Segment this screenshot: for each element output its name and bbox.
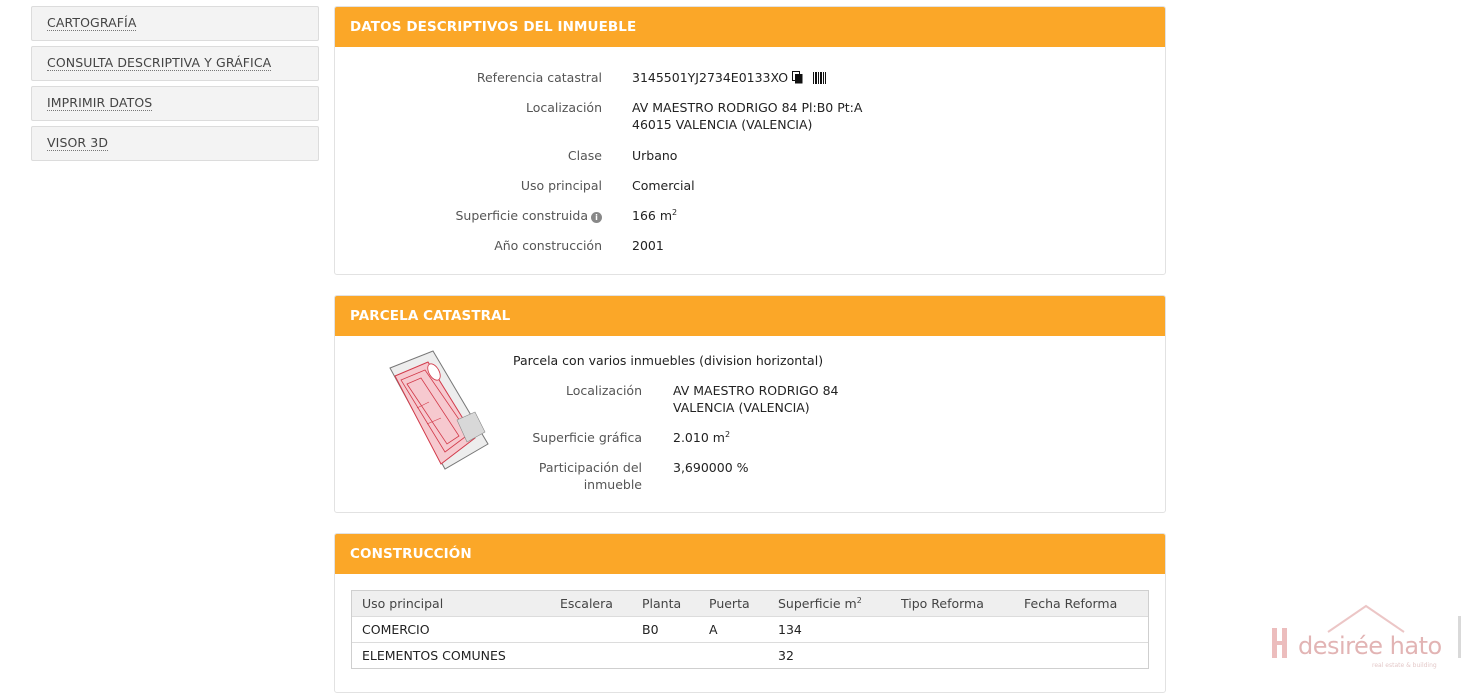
sup-value-wrap: 166 m2 (632, 207, 677, 224)
loc-label: Localización (525, 100, 602, 115)
cell-superficie: 32 (768, 642, 891, 668)
cell-puerta: A (699, 616, 768, 643)
table-row: ELEMENTOS COMUNES 32 (352, 642, 1148, 668)
panel-parcela-catastral: PARCELA CATASTRAL Parcela con varios inm… (334, 295, 1166, 513)
sup-label: Superficie construida (455, 208, 589, 223)
cell-escalera (550, 642, 632, 668)
cell-tipo-reforma (891, 642, 1014, 668)
cell-fecha-reforma (1014, 642, 1148, 668)
cell-fecha-reforma (1014, 616, 1148, 643)
col-header-fecha-reforma: Fecha Reforma (1024, 596, 1118, 611)
parcela-loc-label: Localización (565, 383, 642, 398)
parcela-subtitle: Parcela con varios inmuebles (division h… (513, 353, 824, 368)
uso-label: Uso principal (520, 178, 602, 193)
copy-icon[interactable] (792, 71, 803, 88)
sup-unit-exp: 2 (672, 208, 678, 217)
sidebar-item-consulta[interactable]: CONSULTA DESCRIPTIVA Y GRÁFICA (31, 46, 319, 81)
parcela-sup-value-wrap: 2.010 m2 (673, 429, 730, 446)
sup-label-wrap: Superficie construida i (335, 207, 602, 224)
sidebar-item-label: IMPRIMIR DATOS (47, 95, 153, 111)
loc-line1: AV MAESTRO RODRIGO 84 Pl:B0 Pt:A (632, 100, 863, 115)
col-header-tipo-reforma: Tipo Reforma (901, 596, 984, 611)
anio-label: Año construcción (494, 238, 602, 253)
col-header-uso: Uso principal (362, 596, 444, 611)
uso-value: Comercial (632, 178, 695, 193)
table-row: COMERCIO B0 A 134 (352, 616, 1148, 643)
anio-value: 2001 (632, 238, 664, 253)
parcela-sup-value: 2.010 m (673, 430, 725, 445)
sidebar-item-label: VISOR 3D (47, 135, 109, 151)
sidebar-nav: CARTOGRAFÍA CONSULTA DESCRIPTIVA Y GRÁFI… (31, 6, 319, 166)
ref-label: Referencia catastral (476, 70, 602, 85)
clase-value: Urbano (632, 148, 678, 163)
col-header-planta: Planta (642, 596, 682, 611)
col-header-puerta: Puerta (709, 596, 750, 611)
cell-puerta (699, 642, 768, 668)
table-header-row: Uso principal Escalera Planta Puerta Sup… (352, 591, 1148, 617)
col-header-superficie: Superficie m2 (768, 591, 891, 617)
ref-value: 3145501YJ2734E0133XO (632, 70, 789, 85)
ref-value-wrap: 3145501YJ2734E0133XO (632, 69, 827, 88)
barcode-icon[interactable] (813, 71, 827, 88)
clase-label: Clase (567, 148, 602, 163)
panel-title: CONSTRUCCIÓN (335, 534, 1165, 574)
parcel-map-thumbnail[interactable] (387, 348, 495, 472)
sup-value: 166 m (632, 208, 673, 223)
watermark-logo: desirée hato real estate & building (1268, 604, 1464, 676)
sidebar-item-label: CONSULTA DESCRIPTIVA Y GRÁFICA (47, 55, 272, 71)
sidebar-item-label: CARTOGRAFÍA (47, 15, 137, 31)
panel-construccion: CONSTRUCCIÓN Uso principal Escalera Plan… (334, 533, 1166, 693)
cell-planta: B0 (632, 616, 699, 643)
sidebar-item-cartografia[interactable]: CARTOGRAFÍA (31, 6, 319, 41)
parcela-part-label-1: Participación del (538, 460, 642, 475)
parcela-part-value: 3,690000 % (673, 460, 749, 475)
sidebar-item-visor-3d[interactable]: VISOR 3D (31, 126, 319, 161)
watermark-tagline: real estate & building (1372, 662, 1437, 669)
col-header-escalera: Escalera (560, 596, 613, 611)
panel-title: PARCELA CATASTRAL (335, 296, 1165, 336)
parcela-part-label-2: inmueble (583, 477, 642, 492)
parcela-sup-label: Superficie gráfica (532, 430, 642, 445)
panel-datos-descriptivos: DATOS DESCRIPTIVOS DEL INMUEBLE Referenc… (334, 6, 1166, 275)
cell-uso: ELEMENTOS COMUNES (352, 642, 550, 668)
parcela-loc-line2: VALENCIA (VALENCIA) (673, 400, 810, 415)
info-icon[interactable]: i (591, 212, 602, 223)
col-header-superficie-label: Superficie m (778, 596, 857, 611)
loc-line2: 46015 VALENCIA (VALENCIA) (632, 117, 813, 132)
cell-superficie: 134 (768, 616, 891, 643)
parcela-sup-unit-exp: 2 (724, 430, 731, 439)
cell-uso: COMERCIO (352, 616, 550, 643)
parcela-loc-line1: AV MAESTRO RODRIGO 84 (673, 383, 839, 398)
watermark-brand: desirée hato (1298, 632, 1442, 660)
cell-tipo-reforma (891, 616, 1014, 643)
panel-title: DATOS DESCRIPTIVOS DEL INMUEBLE (335, 7, 1165, 47)
cell-planta (632, 642, 699, 668)
col-header-superficie-exp: 2 (856, 596, 862, 605)
cell-escalera (550, 616, 632, 643)
sidebar-item-imprimir[interactable]: IMPRIMIR DATOS (31, 86, 319, 121)
construccion-table: Uso principal Escalera Planta Puerta Sup… (351, 590, 1149, 669)
